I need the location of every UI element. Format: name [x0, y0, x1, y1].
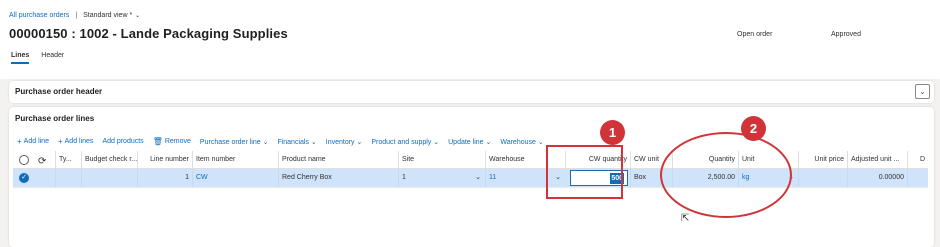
- col-header-d[interactable]: D: [907, 151, 928, 169]
- approval-status: Approved: [831, 31, 861, 38]
- breadcrumb: All purchase orders | Standard view * ⌄: [9, 12, 140, 19]
- breadcrumb-link-all-purchase-orders[interactable]: All purchase orders: [9, 12, 69, 19]
- row-spacer: [35, 169, 55, 187]
- chevron-down-icon[interactable]: ⌄: [135, 12, 140, 19]
- cell-item-number[interactable]: CW: [192, 169, 278, 187]
- button-label: Remove: [164, 138, 191, 145]
- add-lines-button[interactable]: + Add lines: [58, 137, 93, 146]
- panel-title: Purchase order lines: [15, 114, 95, 123]
- purchase-order-lines-panel: Purchase order lines + Add line + Add line…: [9, 107, 934, 247]
- lines-toolbar: + Add line + Add lines Add products 🗑 Remov…: [17, 137, 544, 146]
- annotation-box: [546, 145, 623, 199]
- annotation-badge-2: 2: [741, 116, 766, 141]
- purchase-order-line-menu[interactable]: Purchase order line ⌄: [200, 137, 269, 146]
- row-select-cell[interactable]: ✓: [13, 169, 35, 187]
- view-selector[interactable]: Standard view *: [83, 12, 132, 19]
- tab-lines[interactable]: Lines: [11, 52, 30, 64]
- select-all-radio[interactable]: [19, 155, 29, 165]
- tab-header[interactable]: Header: [41, 52, 64, 64]
- purchase-order-header-panel[interactable]: Purchase order header ⌄: [9, 81, 934, 103]
- cell-budget-check[interactable]: [81, 169, 137, 187]
- tab-bar: Lines Header: [11, 52, 64, 64]
- grid-empty-area: [13, 187, 928, 243]
- cell-adjusted-unit[interactable]: 0.00000: [847, 169, 907, 187]
- inventory-menu[interactable]: Inventory ⌄: [326, 137, 363, 146]
- cell-unit-price[interactable]: [798, 169, 847, 187]
- refresh-icon[interactable]: ⟳: [38, 153, 46, 169]
- plus-multiple-icon: +: [57, 137, 63, 146]
- col-header-item-number[interactable]: Item number: [192, 151, 278, 169]
- financials-menu[interactable]: Financials ⌄: [277, 137, 316, 146]
- update-line-menu[interactable]: Update line ⌄: [448, 137, 491, 146]
- refresh-cell[interactable]: ⟳: [35, 151, 55, 169]
- cell-type[interactable]: [55, 169, 81, 187]
- button-label: Add products: [102, 138, 144, 145]
- plus-icon: +: [17, 137, 22, 146]
- page-title: 00000150 : 1002 - Lande Packaging Suppli…: [9, 26, 288, 41]
- chevron-down-icon[interactable]: ⌄: [475, 169, 481, 187]
- select-all-cell[interactable]: [13, 151, 35, 169]
- add-products-button[interactable]: Add products: [102, 137, 143, 146]
- add-line-button[interactable]: + Add line: [17, 137, 49, 146]
- panel-title: Purchase order header: [15, 87, 103, 96]
- site-value: 1: [402, 174, 406, 181]
- col-header-product-name[interactable]: Product name: [278, 151, 398, 169]
- col-header-adjusted-unit[interactable]: Adjusted unit ...: [847, 151, 907, 169]
- warehouse-menu[interactable]: Warehouse ⌄: [500, 137, 543, 146]
- trash-icon: 🗑: [152, 137, 163, 146]
- page-header: All purchase orders | Standard view * ⌄ …: [0, 0, 940, 79]
- col-header-site[interactable]: Site: [398, 151, 485, 169]
- annotation-badge-1: 1: [600, 120, 625, 145]
- cell-product-name[interactable]: Red Cherry Box: [278, 169, 398, 187]
- col-header-line-number[interactable]: Line number: [137, 151, 192, 169]
- expand-icon[interactable]: ⌄: [915, 84, 930, 99]
- cell-line-number[interactable]: 1: [137, 169, 192, 187]
- cell-site[interactable]: 1 ⌄: [398, 169, 485, 187]
- order-status: Open order: [737, 31, 773, 38]
- button-label: Add lines: [64, 138, 94, 145]
- mouse-cursor-icon: ⇱: [681, 213, 690, 224]
- checkmark-icon[interactable]: ✓: [19, 173, 29, 183]
- col-header-type[interactable]: Ty...: [55, 151, 81, 169]
- remove-button[interactable]: 🗑 Remove: [153, 137, 191, 146]
- col-header-budget-check[interactable]: Budget check r...: [81, 151, 137, 169]
- breadcrumb-separator: |: [75, 12, 78, 19]
- warehouse-value: 11: [489, 174, 497, 181]
- annotation-ellipse: [660, 132, 792, 218]
- product-and-supply-menu[interactable]: Product and supply ⌄: [371, 137, 439, 146]
- button-label: Add line: [23, 138, 49, 145]
- col-header-unit-price[interactable]: Unit price: [798, 151, 847, 169]
- cell-d[interactable]: [907, 169, 928, 187]
